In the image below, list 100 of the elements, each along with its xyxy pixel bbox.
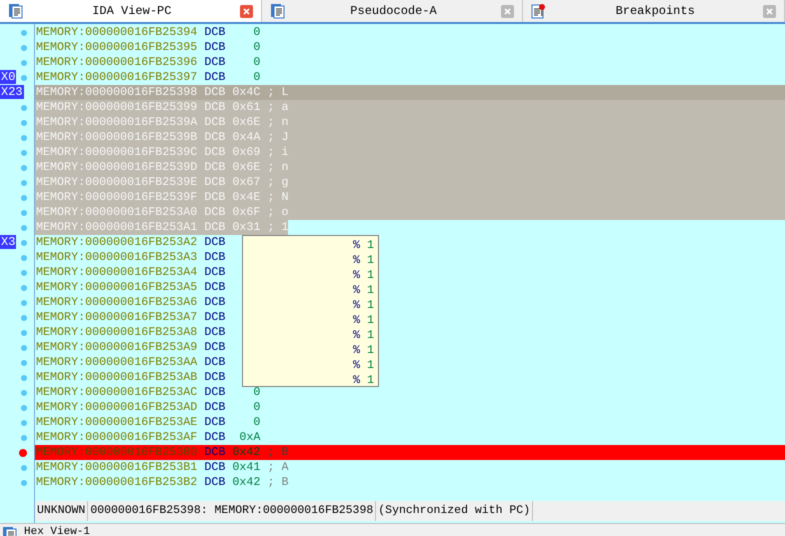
address: MEMORY:000000016FB253A3 [36, 248, 198, 266]
percent-sign: % [352, 356, 360, 374]
address: MEMORY:000000016FB25394 [36, 24, 198, 41]
address: MEMORY:000000016FB2539F [36, 188, 198, 206]
address: MEMORY:000000016FB25399 [36, 98, 198, 116]
status-text: (Synchronized with PC) [376, 501, 534, 521]
directive: DCB [204, 294, 226, 311]
byte-value: 0 [253, 24, 260, 41]
hint-value: 1 [366, 266, 374, 284]
address: MEMORY:000000016FB253B1 [36, 458, 198, 476]
char-comment: ; B [267, 474, 288, 491]
hint-value: 1 [366, 236, 374, 254]
char-comment: ; L [267, 84, 288, 101]
directive: DCB [204, 444, 226, 461]
char-comment: ; o [267, 204, 288, 221]
hint-value: 1 [366, 296, 374, 314]
address: MEMORY:000000016FB25395 [36, 38, 198, 56]
address: MEMORY:000000016FB253B0 [36, 444, 198, 461]
address: MEMORY:000000016FB25398 [36, 84, 198, 101]
byte-value: 0x61 [232, 98, 260, 116]
hint-value: 1 [366, 282, 374, 299]
hint-value: 1 [366, 356, 374, 374]
address: MEMORY:000000016FB253A5 [36, 278, 198, 296]
close-icon[interactable] [763, 4, 776, 18]
directive: DCB [204, 98, 226, 116]
char-comment: ; n [267, 158, 288, 176]
directive: DCB [204, 38, 226, 56]
hint-value: 1 [366, 342, 374, 359]
breakpoint-icon[interactable] [19, 448, 27, 456]
directive: DCB [204, 234, 226, 251]
address: MEMORY:000000016FB253A2 [36, 234, 198, 251]
directive: DCB [204, 218, 226, 236]
directive: DCB [204, 414, 226, 431]
hint-value: 1 [366, 372, 374, 389]
char-comment: ; J [267, 128, 288, 146]
address: MEMORY:000000016FB2539A [36, 114, 198, 131]
hint-value: 1 [366, 312, 374, 329]
percent-sign: % [352, 372, 360, 389]
directive: DCB [204, 398, 226, 416]
byte-value: 0x6F [232, 204, 260, 221]
pushpin-document-icon [531, 3, 548, 19]
status-text: 000000016FB25398: MEMORY:000000016FB25398 [88, 501, 376, 521]
tab-label: IDA View-PC [91, 3, 172, 20]
register-label: X0 [0, 70, 16, 84]
close-icon[interactable] [501, 4, 514, 18]
byte-value: 0xA [239, 428, 260, 446]
byte-value: 0x67 [232, 174, 260, 191]
byte-value: 0x4A [232, 128, 260, 146]
tab-label: Pseudocode-A [349, 3, 438, 20]
directive: DCB [204, 128, 226, 146]
directive: DCB [204, 308, 226, 326]
close-icon[interactable] [240, 4, 253, 18]
directive: DCB [204, 204, 226, 221]
address: MEMORY:000000016FB253AE [36, 414, 198, 431]
status-text: UNKNOWN [35, 501, 88, 521]
hint-value: 1 [366, 252, 374, 269]
address: MEMORY:000000016FB2539D [36, 158, 198, 176]
byte-value: 0x69 [232, 144, 260, 161]
directive: DCB [204, 458, 226, 476]
byte-value: 0x42 [232, 444, 260, 461]
tab-label: Breakpoints [614, 3, 696, 20]
byte-value: 0 [253, 398, 260, 416]
address: MEMORY:000000016FB2539B [36, 128, 198, 146]
char-comment: ; g [267, 174, 288, 191]
address: MEMORY:000000016FB253AA [36, 354, 198, 371]
address: MEMORY:000000016FB253AD [36, 398, 198, 416]
char-comment: ; i [267, 144, 288, 161]
byte-value: 0 [253, 38, 260, 56]
byte-value: 0x41 [232, 458, 260, 476]
char-comment: ; 1 [267, 218, 288, 236]
directive: DCB [204, 324, 226, 341]
register-label: X3 [0, 235, 16, 249]
tab[interactable]: IDA View-PC [0, 0, 262, 22]
byte-value: 0x6E [232, 114, 260, 131]
percent-sign: % [352, 266, 360, 284]
bottom-tab[interactable]: Hex View-1 [0, 523, 785, 536]
address: MEMORY:000000016FB253B2 [36, 474, 198, 491]
address: MEMORY:000000016FB2539C [36, 144, 198, 161]
directive: DCB [204, 474, 226, 491]
tab-label: Hex View-1 [24, 526, 90, 536]
directive: DCB [204, 188, 226, 206]
directive: DCB [204, 68, 226, 86]
tab[interactable]: Pseudocode-A [262, 0, 524, 22]
directive: DCB [204, 428, 226, 446]
directive: DCB [204, 354, 226, 371]
char-comment: ; a [267, 98, 288, 116]
directive: DCB [204, 24, 226, 41]
byte-value: 0 [253, 54, 260, 71]
byte-value: 0 [253, 414, 260, 431]
percent-sign: % [352, 282, 360, 299]
directive: DCB [204, 338, 226, 356]
char-comment: ; B [267, 444, 288, 461]
percent-sign: % [352, 296, 360, 314]
directive: DCB [204, 84, 226, 101]
address: MEMORY:000000016FB2539E [36, 174, 198, 191]
address: MEMORY:000000016FB253AC [36, 384, 198, 401]
address: MEMORY:000000016FB253A8 [36, 324, 198, 341]
directive: DCB [204, 144, 226, 161]
char-comment: ; n [267, 114, 288, 131]
register-label: X23 [0, 85, 24, 99]
